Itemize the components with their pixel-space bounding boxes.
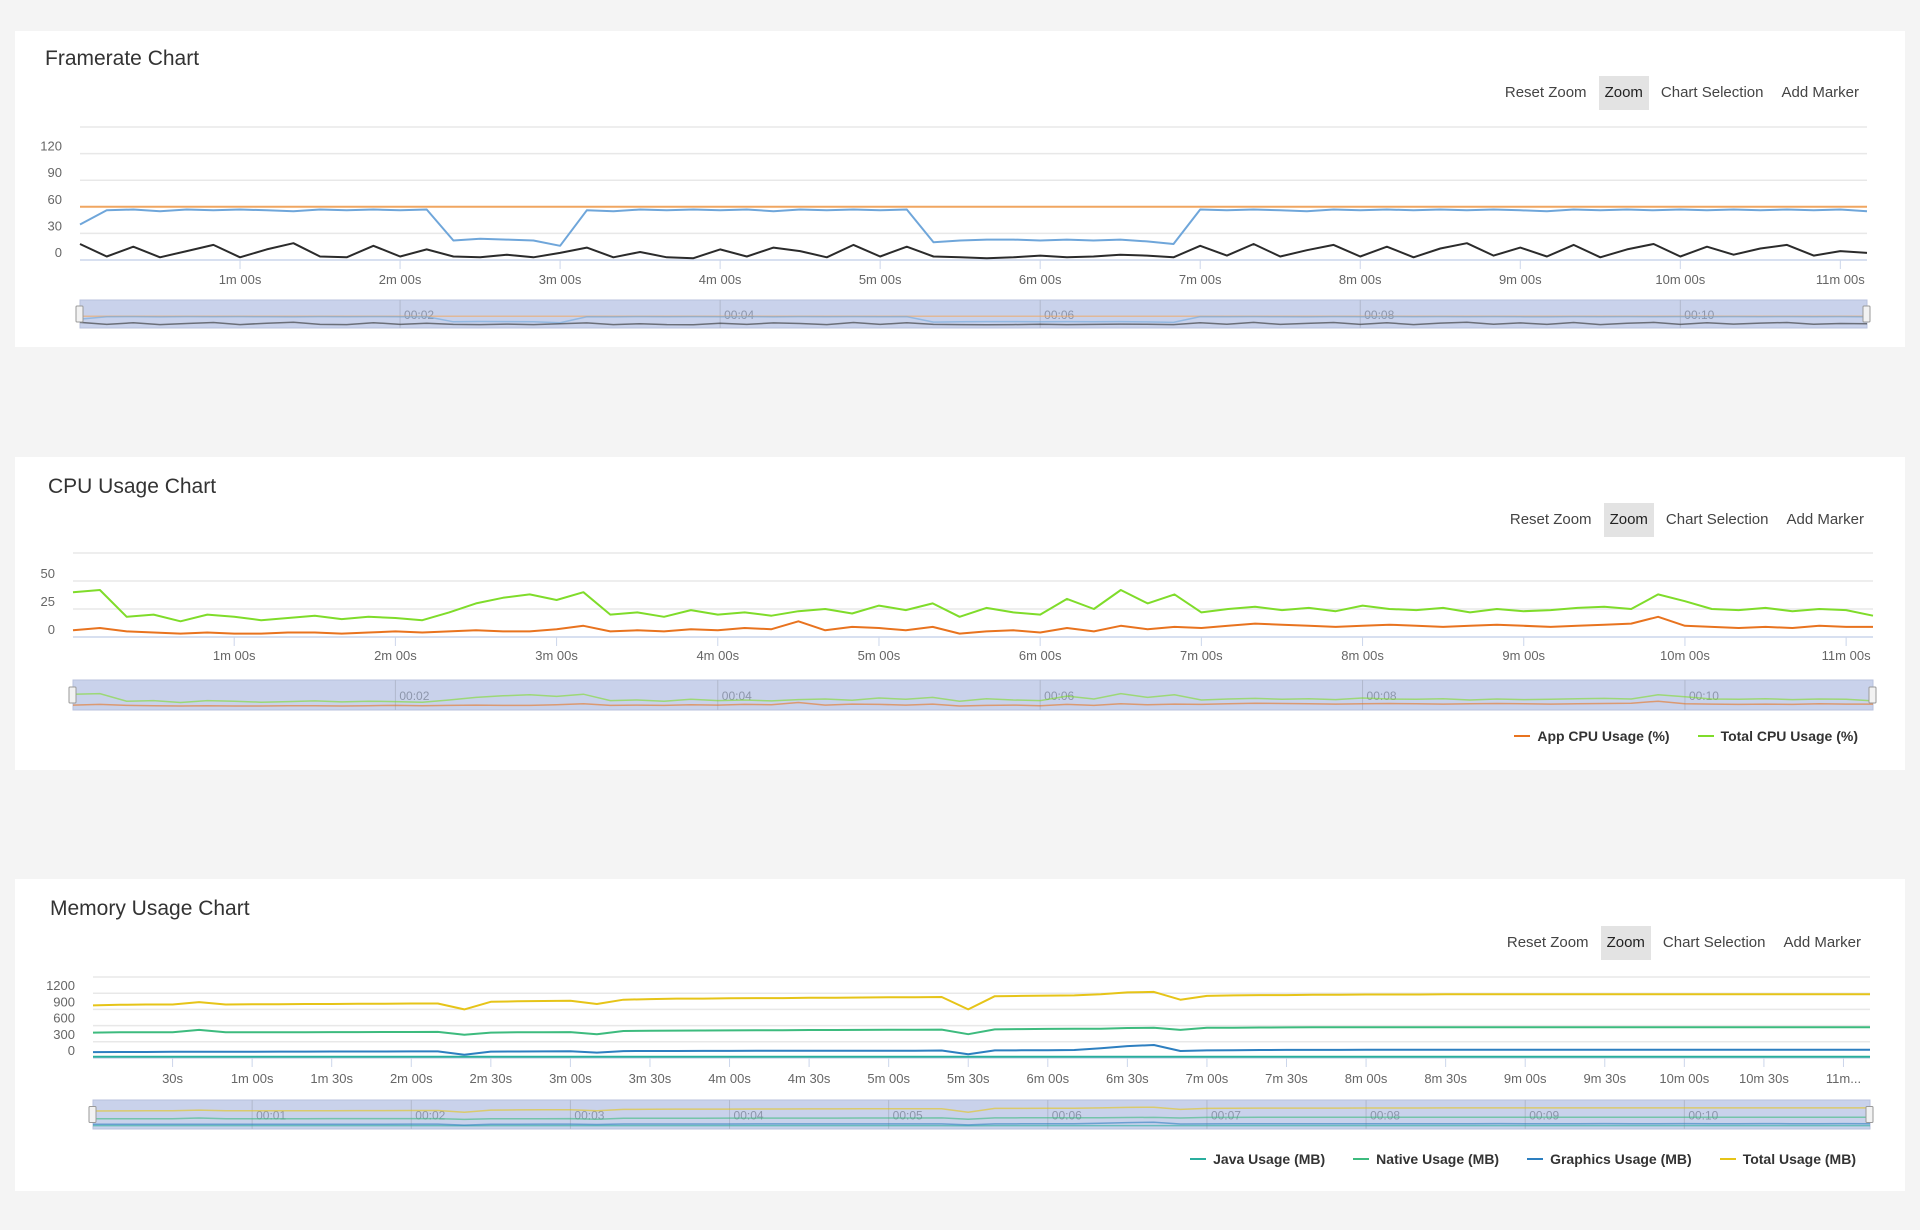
charts-canvas: 0 30 60 90 120 1m 00s 2m 00s 3m 00s 4m 00s 5m 00s… <box>40 126 1877 1130</box>
x-tick-label: 7m 00s <box>1179 272 1222 287</box>
x-tick-label: 6m 00s <box>1019 648 1062 663</box>
x-tick-label: 1m 30s <box>310 1071 353 1086</box>
navigator-label: 00:06 <box>1044 308 1074 322</box>
navigator-label: 00:09 <box>1529 1109 1559 1123</box>
x-tick-label: 10m 00s <box>1655 272 1705 287</box>
x-tick-label: 1m 00s <box>219 272 262 287</box>
x-tick-label: 7m 00s <box>1186 1071 1229 1086</box>
navigator-label: 00:04 <box>724 308 754 322</box>
x-tick-label: 5m 00s <box>867 1071 910 1086</box>
x-tick-label: 30s <box>162 1071 183 1086</box>
navigator-handle-right[interactable] <box>1865 1106 1874 1123</box>
navigator-label: 00:10 <box>1689 689 1719 703</box>
series-line-1 <box>92 1026 1870 1036</box>
y-tick-label: 0 <box>55 245 62 260</box>
series-line-1 <box>79 208 1868 247</box>
chart-2-plot[interactable]: 0300600 9001200 30s 1m 00s 1m 30s 2m 00s 2m 30… <box>46 976 1871 1086</box>
navigator-label: 00:08 <box>1367 689 1397 703</box>
x-tick-label: 3m 00s <box>539 272 582 287</box>
y-tick-label: 120 <box>40 139 62 154</box>
navigator-label: 00:07 <box>1211 1109 1241 1123</box>
x-tick-label: 4m 00s <box>708 1071 751 1086</box>
navigator-label: 00:08 <box>1370 1109 1400 1123</box>
series-line-2 <box>92 1044 1871 1056</box>
y-tick-label: 50 <box>41 566 55 581</box>
navigator[interactable]: 00:02 00:04 00:06 00:08 00:10 <box>75 299 1871 329</box>
x-tick-label: 6m 00s <box>1026 1071 1069 1086</box>
navigator-handle-right[interactable] <box>1862 305 1871 323</box>
x-tick-label: 10m 00s <box>1659 1071 1709 1086</box>
navigator[interactable]: 00:02 00:04 00:06 00:08 00:10 <box>68 679 1877 711</box>
y-tick-label: 1200 <box>46 978 75 993</box>
x-tick-label: 9m 00s <box>1502 648 1545 663</box>
x-tick-label: 3m 00s <box>535 648 578 663</box>
x-tick-label: 2m 00s <box>374 648 417 663</box>
y-tick-label: 60 <box>48 192 62 207</box>
y-tick-label: 0 <box>68 1043 75 1058</box>
x-tick-label: 9m 00s <box>1499 272 1542 287</box>
x-tick-label: 11m 00s <box>1822 648 1871 663</box>
x-tick-label: 4m 00s <box>696 648 739 663</box>
navigator-handle-left[interactable] <box>75 305 84 323</box>
series-line-3 <box>92 990 1870 1011</box>
navigator-handle-left[interactable] <box>88 1106 97 1123</box>
x-tick-label: 5m 30s <box>947 1071 990 1086</box>
x-tick-label: 2m 00s <box>390 1071 433 1086</box>
x-tick-label: 4m 30s <box>788 1071 831 1086</box>
navigator-label: 00:02 <box>399 689 429 703</box>
x-tick-label: 8m 30s <box>1424 1071 1467 1086</box>
y-tick-label: 900 <box>53 994 75 1009</box>
x-tick-label: 7m 00s <box>1180 648 1223 663</box>
x-tick-label: 9m 30s <box>1583 1071 1626 1086</box>
x-tick-label: 2m 30s <box>470 1071 513 1086</box>
navigator-label: 00:10 <box>1688 1109 1718 1123</box>
x-tick-label: 3m 30s <box>629 1071 672 1086</box>
x-tick-label: 3m 00s <box>549 1071 592 1086</box>
x-tick-label: 8m 00s <box>1339 272 1382 287</box>
x-tick-label: 10m 00s <box>1660 648 1710 663</box>
y-tick-label: 0 <box>48 622 55 637</box>
navigator-label: 00:06 <box>1052 1109 1082 1123</box>
x-tick-label: 6m 00s <box>1019 272 1062 287</box>
x-tick-label: 5m 00s <box>858 648 901 663</box>
y-tick-label: 25 <box>41 594 55 609</box>
y-tick-label: 90 <box>48 165 62 180</box>
navigator-label: 00:02 <box>404 308 434 322</box>
navigator[interactable]: 00:01 00:02 00:03 00:04 00:05 00:06 00:07 00:08… <box>88 1099 1874 1130</box>
x-tick-label: 5m 00s <box>859 272 902 287</box>
x-tick-label: 1m 00s <box>213 648 256 663</box>
x-tick-label: 8m 00s <box>1341 648 1384 663</box>
x-tick-label: 11m 00s <box>1816 272 1865 287</box>
navigator-label: 00:04 <box>734 1109 764 1123</box>
x-tick-label: 1m 00s <box>231 1071 274 1086</box>
x-tick-label: 11m... <box>1826 1071 1861 1086</box>
navigator-handle-right[interactable] <box>1868 686 1877 704</box>
x-tick-label: 6m 30s <box>1106 1071 1149 1086</box>
series-line-1 <box>72 589 1874 623</box>
x-tick-label: 2m 00s <box>379 272 422 287</box>
chart-1-plot[interactable]: 0 25 50 1m 00s 2m 00s 3m 00s 4m 00s 5m 00s 6m 00… <box>41 552 1874 663</box>
navigator-label: 00:08 <box>1364 308 1394 322</box>
y-tick-label: 300 <box>53 1027 75 1042</box>
navigator-label: 00:05 <box>893 1109 923 1123</box>
x-tick-label: 4m 00s <box>699 272 742 287</box>
x-tick-label: 8m 00s <box>1345 1071 1388 1086</box>
navigator-label: 00:10 <box>1684 308 1714 322</box>
series-line-2 <box>79 242 1868 260</box>
chart-0-plot[interactable]: 0 30 60 90 120 1m 00s 2m 00s 3m 00s 4m 00s 5m 00s… <box>40 126 1868 287</box>
x-tick-label: 7m 30s <box>1265 1071 1308 1086</box>
navigator-handle-left[interactable] <box>68 686 77 704</box>
x-tick-label: 10m 30s <box>1739 1071 1789 1086</box>
y-tick-label: 30 <box>48 218 62 233</box>
y-tick-label: 600 <box>53 1011 75 1026</box>
x-tick-label: 9m 00s <box>1504 1071 1547 1086</box>
